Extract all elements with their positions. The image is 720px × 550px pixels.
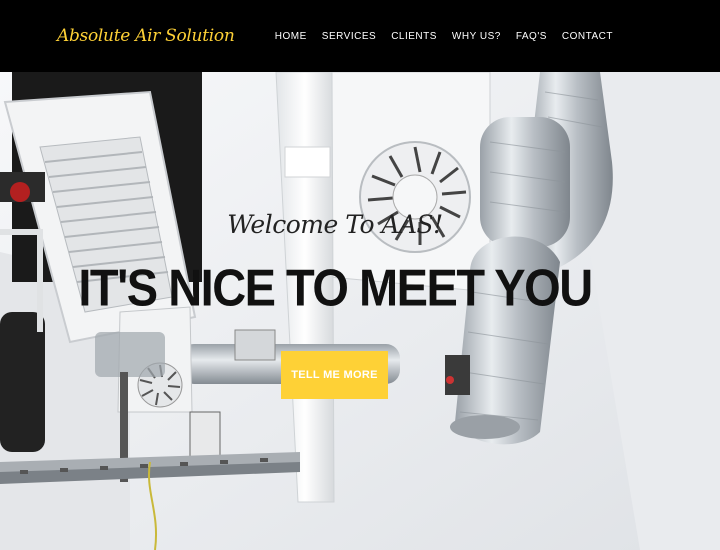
nav-why-us-link[interactable]: WHY US?: [452, 31, 501, 42]
hero-lead-in: Welcome To AAS!: [227, 210, 443, 239]
nav-clients-link[interactable]: CLIENTS: [391, 31, 437, 42]
nav-services-link[interactable]: SERVICES: [322, 31, 376, 42]
nav-menu: HOME SERVICES CLIENTS WHY US? FAQ'S CONT…: [275, 31, 613, 42]
brand-logo[interactable]: Absolute Air Solution: [57, 26, 235, 46]
tell-me-more-button[interactable]: TELL ME MORE: [281, 351, 388, 399]
nav-home-link[interactable]: HOME: [275, 31, 307, 42]
nav-faqs-link[interactable]: FAQ'S: [516, 31, 547, 42]
nav-contact-link[interactable]: CONTACT: [562, 31, 613, 42]
hero-heading: IT'S NICE TO MEET YOU: [78, 258, 593, 317]
navbar: Absolute Air Solution HOME SERVICES CLIE…: [0, 0, 720, 72]
hero-content: Welcome To AAS! IT'S NICE TO MEET YOU TE…: [0, 72, 720, 550]
